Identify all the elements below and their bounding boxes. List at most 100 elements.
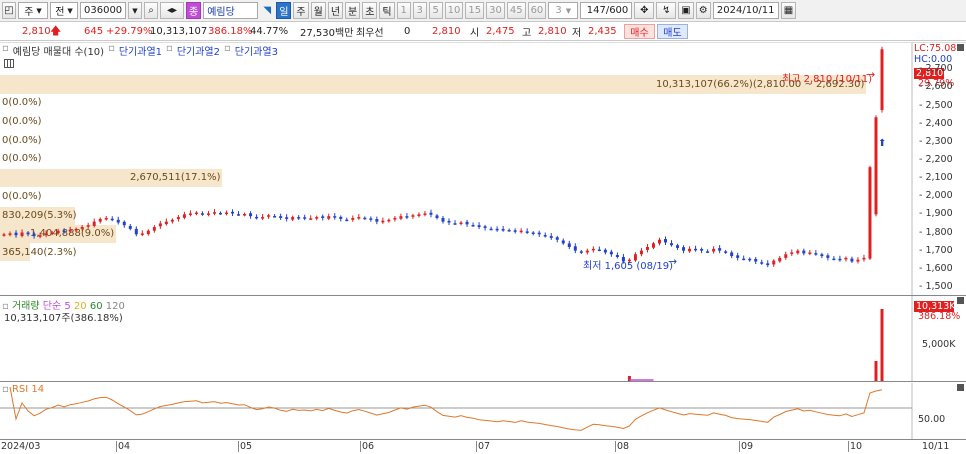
count-input[interactable]: 147/600	[580, 2, 633, 19]
x-label-right: 10/11	[922, 441, 950, 452]
candle-body	[423, 213, 427, 215]
candle-body	[122, 221, 126, 226]
period-year-button[interactable]: 년	[327, 2, 344, 19]
candle-body	[200, 213, 204, 215]
candle-body	[706, 251, 710, 253]
candle-body	[74, 228, 78, 231]
candle-body	[489, 228, 493, 231]
x-label-05: 05	[238, 441, 253, 452]
candle-body	[670, 243, 674, 246]
candle-body	[874, 117, 878, 215]
period-tick-button[interactable]: 틱	[379, 2, 395, 19]
candle-body	[116, 219, 120, 223]
candle-body	[736, 255, 740, 258]
stock-badge-icon: 종	[186, 2, 202, 19]
period-day-button[interactable]: 일	[276, 2, 292, 19]
x-label-07: 07	[476, 441, 491, 452]
interval-30-button[interactable]: 30	[486, 2, 505, 19]
candle-body	[303, 217, 307, 219]
code-input[interactable]: 036000	[80, 2, 126, 19]
sell-button[interactable]: 매도	[657, 24, 688, 39]
period-minute-button[interactable]: 분	[345, 2, 361, 19]
window-icon[interactable]: ◰	[2, 2, 16, 19]
interval-5-button[interactable]: 5	[428, 2, 443, 19]
interval-15-button[interactable]: 15	[465, 2, 485, 19]
candle-body	[237, 214, 241, 216]
panel-collapse-icon[interactable]	[957, 297, 964, 304]
sound-icon[interactable]: ◂▸	[160, 2, 184, 19]
high-price: 2,810	[538, 25, 567, 37]
mode-select[interactable]: 주 ▼	[18, 2, 48, 19]
lc-label: LC:75.08	[914, 43, 957, 54]
candle-body	[694, 248, 698, 251]
settings-icon[interactable]: ⚙	[695, 2, 711, 19]
play-icon[interactable]: ◥	[260, 2, 274, 19]
candle-body	[291, 217, 295, 220]
candle-body	[519, 230, 523, 233]
candle-body	[86, 225, 90, 227]
candle-body	[26, 232, 30, 235]
candle-body	[664, 239, 668, 243]
price-y-tick: - 2,300	[919, 135, 953, 147]
candle-body	[639, 250, 643, 255]
market-select[interactable]: 전 ▼	[50, 2, 78, 19]
calendar-icon[interactable]: ▦	[780, 2, 797, 19]
interval-3-button[interactable]: 3	[412, 2, 427, 19]
candle-body	[657, 239, 661, 244]
crosshair-icon[interactable]: ✥	[634, 2, 655, 19]
candle-body	[682, 247, 686, 251]
period-second-button[interactable]: 초	[362, 2, 378, 19]
candle-body	[808, 252, 812, 254]
candle-body	[243, 213, 247, 216]
candle-body	[772, 260, 776, 265]
period-month-button[interactable]: 월	[310, 2, 326, 19]
panel-collapse-icon[interactable]	[957, 384, 964, 391]
candle-body	[477, 225, 481, 228]
volume-bars	[627, 309, 884, 381]
rsi-path	[9, 386, 883, 431]
change-value: 645	[84, 25, 104, 37]
candle-body	[375, 219, 379, 222]
candle-body	[495, 228, 499, 231]
candle-body	[790, 252, 794, 254]
save-icon[interactable]: ▣	[678, 2, 694, 19]
interval-60-button[interactable]: 60	[527, 2, 547, 19]
candle-body	[712, 248, 716, 252]
interval-1-button[interactable]: 1	[396, 2, 411, 19]
candle-body	[279, 216, 283, 218]
interval-select[interactable]: 3 ▼	[548, 2, 579, 19]
candle-body	[104, 217, 108, 220]
period-week-button[interactable]: 주	[293, 2, 309, 19]
turnover: 44.77%	[250, 25, 289, 37]
panel-collapse-icon[interactable]	[957, 44, 964, 51]
candle-body	[742, 258, 746, 261]
candle-body	[802, 250, 806, 254]
candle-body	[309, 218, 313, 220]
buy-button[interactable]: 매수	[624, 24, 655, 39]
candle-body	[567, 243, 571, 248]
price-y-tick: - 2,700	[919, 63, 953, 75]
candle-body	[501, 229, 505, 231]
candle-body	[651, 243, 655, 248]
candle-body	[844, 257, 848, 260]
candle-body	[68, 229, 72, 232]
candle-body	[345, 219, 349, 222]
candle-body	[327, 216, 331, 219]
price-y-tick: - 2,500	[919, 99, 953, 111]
chevron-down-icon: ▼	[67, 6, 73, 15]
code-dropdown-icon[interactable]: ▼	[128, 2, 142, 19]
candle-body	[369, 218, 373, 220]
candle-body	[525, 231, 529, 233]
search-icon[interactable]: ⌕	[144, 2, 158, 19]
candlestick-chart	[2, 46, 884, 268]
date-input[interactable]: 2024/10/11	[712, 2, 779, 19]
stock-name-field[interactable]: 예림당	[203, 2, 259, 19]
candle-body	[80, 227, 84, 229]
interval-10-button[interactable]: 10	[444, 2, 464, 19]
indicator-icon[interactable]: ↯	[656, 2, 677, 19]
candle-body	[718, 248, 722, 251]
candle-body	[778, 257, 782, 262]
interval-45-button[interactable]: 45	[506, 2, 526, 19]
candle-body	[465, 221, 469, 225]
x-label-06: 06	[360, 441, 375, 452]
